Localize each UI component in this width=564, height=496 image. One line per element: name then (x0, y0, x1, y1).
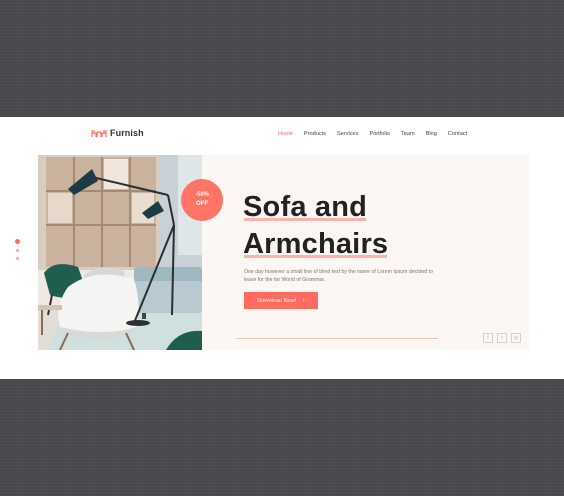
hero-title-line2: Armchairs (243, 226, 388, 263)
twitter-icon[interactable]: t (497, 333, 507, 343)
hero-title-line1: Sofa and (243, 189, 367, 226)
hero-title: Sofa and Armchairs (243, 189, 463, 263)
nav-item-portfolio[interactable]: Portfolio (369, 131, 390, 137)
social-links: f t ◎ (483, 333, 521, 343)
download-now-button[interactable]: Download Now! › (244, 292, 318, 309)
hero-description: One day however a small line of blind te… (244, 269, 433, 283)
website-page: Furnish Home Products Services Portfolio… (0, 117, 564, 379)
hero-image-interior (38, 155, 202, 350)
slider-dot-2[interactable] (16, 249, 19, 252)
facebook-icon[interactable]: f (483, 333, 493, 343)
brand-name: Furnish (110, 128, 144, 138)
instagram-icon[interactable]: ◎ (511, 333, 521, 343)
slider-dots (15, 239, 20, 260)
divider-line (236, 338, 438, 339)
download-now-label: Download Now! (257, 297, 297, 304)
badge-off: OFF (196, 201, 208, 207)
nav-item-products[interactable]: Products (304, 131, 326, 137)
nav-item-team[interactable]: Team (401, 131, 415, 137)
chair-logo-icon (91, 130, 107, 137)
discount-badge: -50% OFF (181, 179, 223, 221)
nav-item-home[interactable]: Home (278, 131, 293, 137)
main-nav: Home Products Services Portfolio Team Bl… (278, 131, 467, 137)
slider-dot-1[interactable] (15, 239, 20, 244)
nav-item-blog[interactable]: Blog (426, 131, 437, 137)
nav-item-services[interactable]: Services (337, 131, 358, 137)
badge-percent: -50% (194, 192, 209, 198)
slider-dot-3[interactable] (16, 257, 19, 260)
chevron-right-icon: › (302, 297, 305, 304)
logo[interactable]: Furnish (91, 128, 144, 138)
nav-item-contact[interactable]: Contact (448, 131, 467, 137)
